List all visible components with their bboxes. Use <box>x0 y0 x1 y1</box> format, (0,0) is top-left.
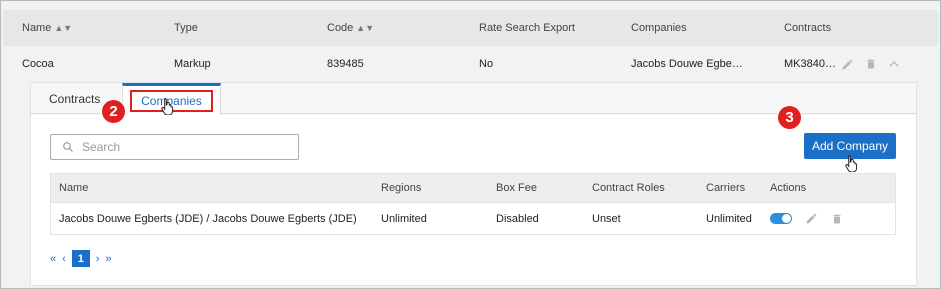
sort-icon[interactable]: ▲▼ <box>54 23 72 33</box>
sort-icon[interactable]: ▲▼ <box>356 23 374 33</box>
header-contract-roles: Contract Roles <box>592 182 665 194</box>
cell-contract-roles: Unset <box>592 212 621 225</box>
header-carriers: Carriers <box>706 182 746 194</box>
cell-regions: Unlimited <box>381 212 427 225</box>
trash-icon[interactable] <box>865 57 877 71</box>
cell-carriers: Unlimited <box>706 212 752 225</box>
hand-cursor-icon <box>161 98 174 115</box>
cell-contracts: MK3840… <box>784 58 836 70</box>
trash-icon[interactable] <box>831 212 843 226</box>
cell-type: Markup <box>174 58 211 70</box>
edit-icon[interactable] <box>841 58 854 71</box>
header-name: Name <box>59 182 89 194</box>
cell-name: Jacobs Douwe Egberts (JDE) / Jacobs Douw… <box>59 212 357 225</box>
pagination: « ‹ 1 › » <box>50 250 112 267</box>
step-2-badge: 2 <box>101 99 126 124</box>
cell-box-fee: Disabled <box>496 212 539 225</box>
enabled-toggle[interactable] <box>770 213 792 224</box>
companies-tab-content: Add Company Name Regions Box Fee Contrac… <box>31 115 916 285</box>
tab-contracts[interactable]: Contracts <box>49 83 100 114</box>
hand-cursor-icon <box>845 155 858 172</box>
app-frame: Name ▲▼ Type Code ▲▼ Rate Search Export Co… <box>0 0 941 289</box>
companies-table-header: Name Regions Box Fee Contract Roles Carr… <box>51 174 895 202</box>
cell-companies: Jacobs Douwe Egbe… <box>631 58 743 70</box>
step-3-badge: 3 <box>777 105 802 130</box>
prev-page-button[interactable]: ‹ <box>62 253 66 265</box>
last-page-button[interactable]: » <box>105 253 111 265</box>
search-icon <box>63 142 73 152</box>
cell-code: 839485 <box>327 58 364 70</box>
edit-icon[interactable] <box>805 212 818 225</box>
header-name[interactable]: Name ▲▼ <box>22 22 72 34</box>
table-row[interactable]: Cocoa Markup 839485 No Jacobs Douwe Egbe… <box>3 46 938 82</box>
header-contracts: Contracts <box>784 22 832 34</box>
header-actions: Actions <box>770 182 807 194</box>
header-type: Type <box>174 22 198 34</box>
chevron-up-icon[interactable] <box>888 58 900 70</box>
list-panel: Name ▲▼ Type Code ▲▼ Rate Search Export Co… <box>2 2 939 287</box>
outer-table-header: Name ▲▼ Type Code ▲▼ Rate Search Export Co… <box>3 10 938 46</box>
companies-table: Name Regions Box Fee Contract Roles Carr… <box>50 173 896 235</box>
cell-rate-search-export: No <box>479 58 494 70</box>
search-input[interactable] <box>82 140 282 154</box>
current-page[interactable]: 1 <box>71 250 90 267</box>
header-regions: Regions <box>381 182 422 194</box>
row-actions <box>841 57 900 71</box>
first-page-button[interactable]: « <box>50 253 56 265</box>
cell-name: Cocoa <box>22 58 54 70</box>
search-box[interactable] <box>50 134 299 160</box>
cell-actions <box>770 203 843 234</box>
next-page-button[interactable]: › <box>96 253 100 265</box>
table-row: Jacobs Douwe Egberts (JDE) / Jacobs Douw… <box>51 202 895 234</box>
header-companies: Companies <box>631 22 687 34</box>
header-box-fee: Box Fee <box>496 182 537 194</box>
header-rate-search-export: Rate Search Export <box>479 22 575 34</box>
header-code[interactable]: Code ▲▼ <box>327 22 374 34</box>
